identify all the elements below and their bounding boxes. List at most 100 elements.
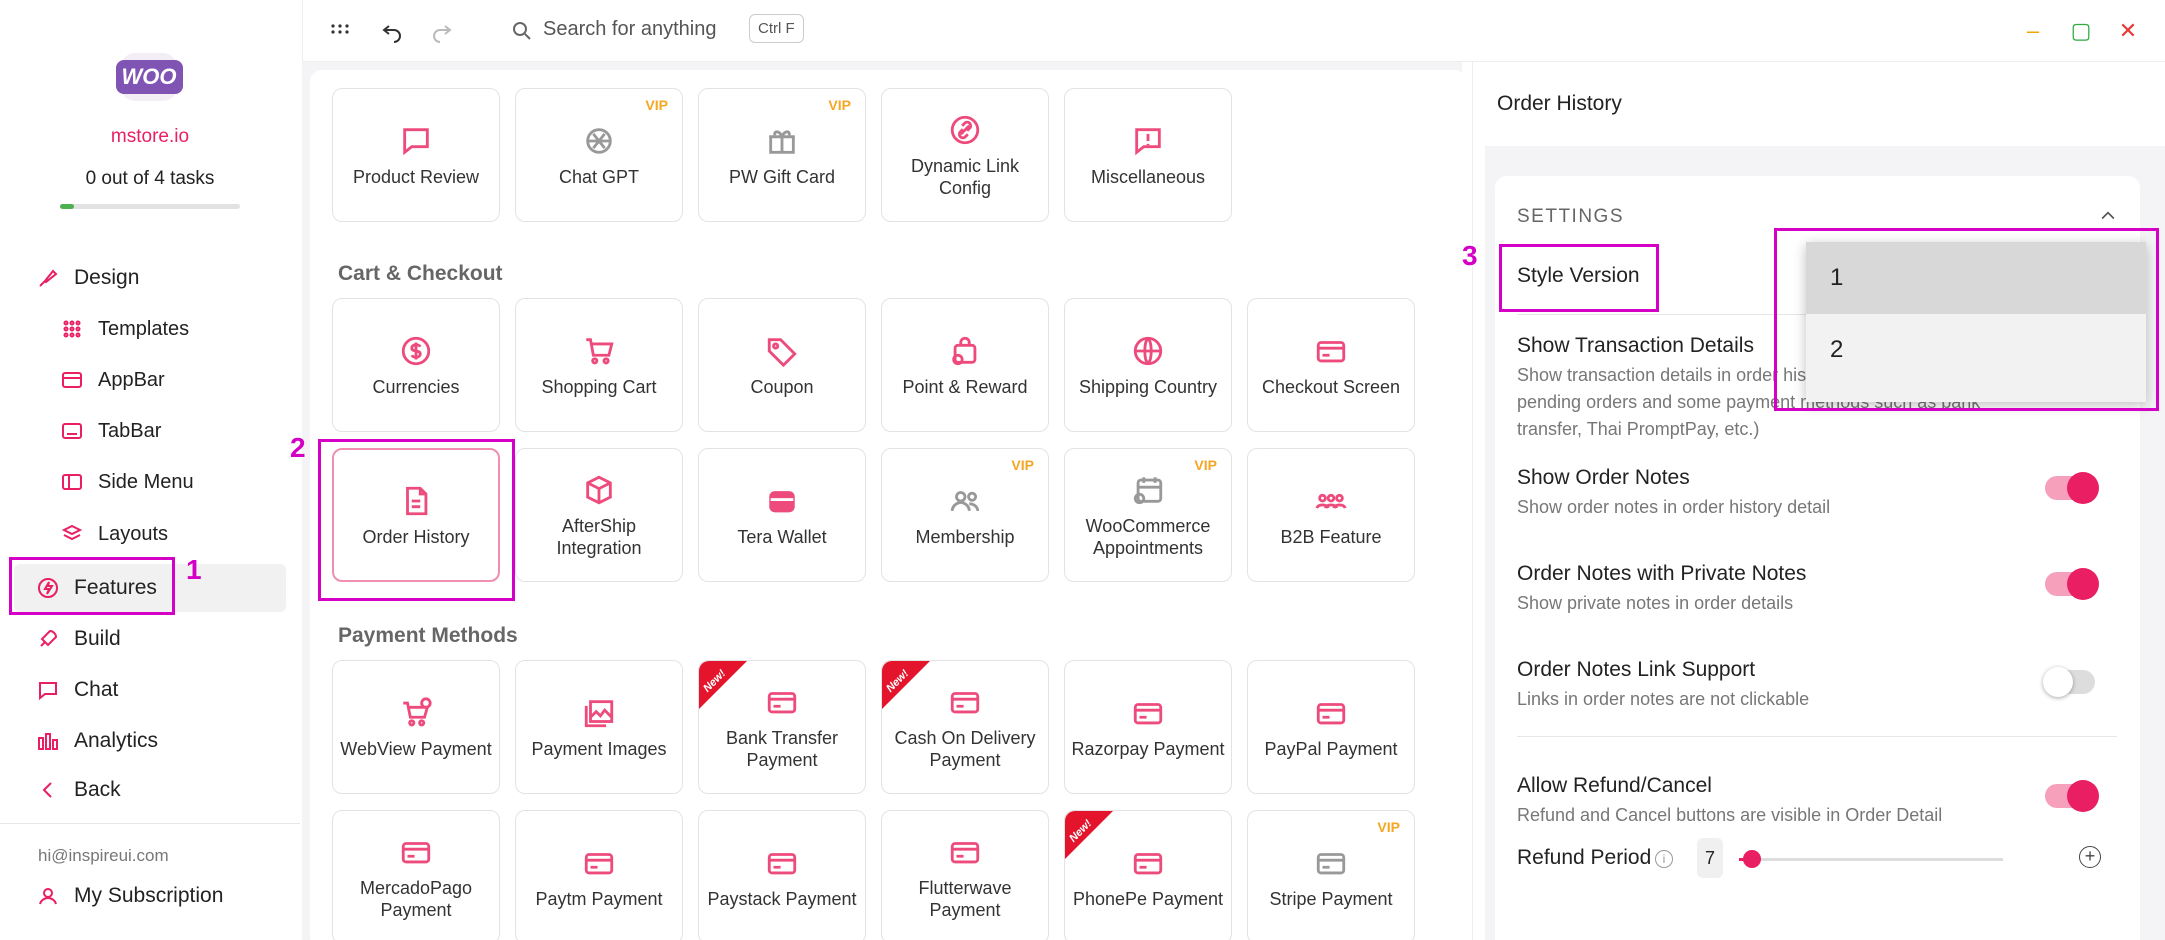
cart-plus-icon <box>396 693 436 733</box>
refund-period-label: Refund Period <box>1517 846 1652 869</box>
feature-card-mercadopago[interactable]: MercadoPago Payment <box>332 810 500 940</box>
feature-card-payment-images[interactable]: Payment Images <box>515 660 683 794</box>
credit-card-icon <box>762 843 802 883</box>
sidebar-item-appbar[interactable]: AppBar <box>60 368 165 392</box>
feature-card-membership[interactable]: VIP Membership <box>881 448 1049 582</box>
feature-card-point-reward[interactable]: Point & Reward <box>881 298 1049 432</box>
feature-card-bank-transfer[interactable]: New! Bank Transfer Payment <box>698 660 866 794</box>
sidebar-item-templates[interactable]: Templates <box>60 317 189 341</box>
sidebar-item-label: Design <box>74 266 140 289</box>
minimize-button[interactable]: – <box>2020 18 2046 44</box>
feature-card-paystack[interactable]: Paystack Payment <box>698 810 866 940</box>
search-input[interactable]: Search for anything <box>543 18 716 41</box>
card-label: Membership <box>915 527 1015 548</box>
link-support-desc: Links in order notes are not clickable <box>1517 689 1810 709</box>
group-icon <box>1311 481 1351 521</box>
chevron-up-icon[interactable] <box>2098 206 2118 226</box>
feature-card-chat-gpt[interactable]: VIP Chat GPT <box>515 88 683 222</box>
credit-card-icon <box>1311 693 1351 733</box>
calendar-plus-icon <box>1128 470 1168 510</box>
card-label: Dynamic Link Config <box>910 156 1020 198</box>
sidebar-item-chat[interactable]: Chat <box>36 678 118 702</box>
sidebar-item-layouts[interactable]: Layouts <box>60 522 168 546</box>
card-label: Shopping Cart <box>541 377 657 398</box>
sidebar-item-analytics[interactable]: Analytics <box>36 729 158 753</box>
my-subscription-link[interactable]: My Subscription <box>36 884 223 908</box>
tag-icon <box>762 331 802 371</box>
feature-card-shipping-country[interactable]: Shipping Country <box>1064 298 1232 432</box>
feature-card-pw-gift-card[interactable]: VIP PW Gift Card <box>698 88 866 222</box>
logo-text: WOO <box>115 60 183 94</box>
show-notes-toggle[interactable] <box>2045 472 2099 504</box>
images-icon <box>579 693 619 733</box>
globe-icon <box>1128 331 1168 371</box>
subscription-icon <box>39 888 57 905</box>
bar-chart-icon <box>38 733 58 750</box>
feature-card-product-review[interactable]: Product Review <box>332 88 500 222</box>
vip-badge: VIP <box>1011 457 1034 473</box>
feature-card-razorpay[interactable]: Razorpay Payment <box>1064 660 1232 794</box>
search-icon[interactable] <box>509 18 535 44</box>
section-title-cart: Cart & Checkout <box>338 262 503 285</box>
sidebar-item-design[interactable]: Design <box>36 266 139 290</box>
credit-card-icon <box>396 832 436 872</box>
private-notes-toggle[interactable] <box>2045 568 2099 600</box>
sidebar-item-label: TabBar <box>98 419 162 442</box>
feature-card-paypal[interactable]: PayPal Payment <box>1247 660 1415 794</box>
card-label: Product Review <box>352 167 480 188</box>
card-label: Paystack Payment <box>707 889 857 910</box>
annotation-box-order-history <box>318 439 515 601</box>
credit-card-icon <box>1311 843 1351 883</box>
store-name[interactable]: mstore.io <box>0 126 300 148</box>
show-transaction-label: Show Transaction Details <box>1517 334 1754 357</box>
undo-icon[interactable] <box>379 18 405 44</box>
feature-card-checkout-screen[interactable]: Checkout Screen <box>1247 298 1415 432</box>
apps-grid-icon[interactable] <box>327 18 353 44</box>
feature-card-stripe[interactable]: VIP Stripe Payment <box>1247 810 1415 940</box>
feature-card-tera-wallet[interactable]: Tera Wallet <box>698 448 866 582</box>
info-icon[interactable]: i <box>1655 850 1673 868</box>
sidebar-item-back[interactable]: Back <box>36 778 121 802</box>
close-button[interactable]: ✕ <box>2115 18 2141 44</box>
feature-card-coupon[interactable]: Coupon <box>698 298 866 432</box>
private-notes-label: Order Notes with Private Notes <box>1517 562 1807 585</box>
link-support-toggle[interactable] <box>2043 667 2095 697</box>
vip-badge: VIP <box>1377 819 1400 835</box>
feature-card-b2b[interactable]: B2B Feature <box>1247 448 1415 582</box>
grid-dots-icon <box>63 320 81 338</box>
new-badge: New! <box>1067 817 1095 845</box>
feature-card-aftership[interactable]: AfterShip Integration <box>515 448 683 582</box>
refund-period-value[interactable]: 7 <box>1697 838 1723 878</box>
feature-card-cod[interactable]: New! Cash On Delivery Payment <box>881 660 1049 794</box>
new-ribbon: New! <box>1065 811 1113 859</box>
wallet-icon <box>762 481 802 521</box>
refund-label: Allow Refund/Cancel <box>1517 774 1712 797</box>
annotation-box-style-version <box>1499 244 1659 312</box>
feature-card-phonepe[interactable]: New! PhonePe Payment <box>1064 810 1232 940</box>
maximize-button[interactable]: ▢ <box>2068 18 2094 44</box>
credit-card-icon <box>762 682 802 722</box>
refund-period-slider[interactable] <box>1739 850 2003 868</box>
feature-card-paytm[interactable]: Paytm Payment <box>515 810 683 940</box>
slider-knob[interactable] <box>1743 850 1762 868</box>
sidebar-item-side-menu[interactable]: Side Menu <box>60 470 194 494</box>
feature-card-appointments[interactable]: VIP WooCommerce Appointments <box>1064 448 1232 582</box>
section-title-payment: Payment Methods <box>338 624 518 647</box>
feature-card-flutterwave[interactable]: Flutterwave Payment <box>881 810 1049 940</box>
alert-message-icon <box>1128 121 1168 161</box>
credit-card-icon <box>1311 331 1351 371</box>
link-support-label: Order Notes Link Support <box>1517 658 1756 681</box>
sidebar-item-tabbar[interactable]: TabBar <box>60 419 161 443</box>
plus-circle-icon[interactable]: + <box>2079 846 2101 868</box>
refund-toggle[interactable] <box>2045 780 2099 812</box>
feature-card-shopping-cart[interactable]: Shopping Cart <box>515 298 683 432</box>
redo-icon[interactable] <box>429 18 455 44</box>
feature-card-webview-payment[interactable]: WebView Payment <box>332 660 500 794</box>
annotation-number: 3 <box>1462 240 1478 271</box>
feature-card-currencies[interactable]: Currencies <box>332 298 500 432</box>
divider <box>1517 736 2117 737</box>
sidebar-item-build[interactable]: Build <box>36 627 121 651</box>
feature-card-miscellaneous[interactable]: Miscellaneous <box>1064 88 1232 222</box>
feature-card-dynamic-link[interactable]: Dynamic Link Config <box>881 88 1049 222</box>
layers-icon <box>61 524 83 541</box>
